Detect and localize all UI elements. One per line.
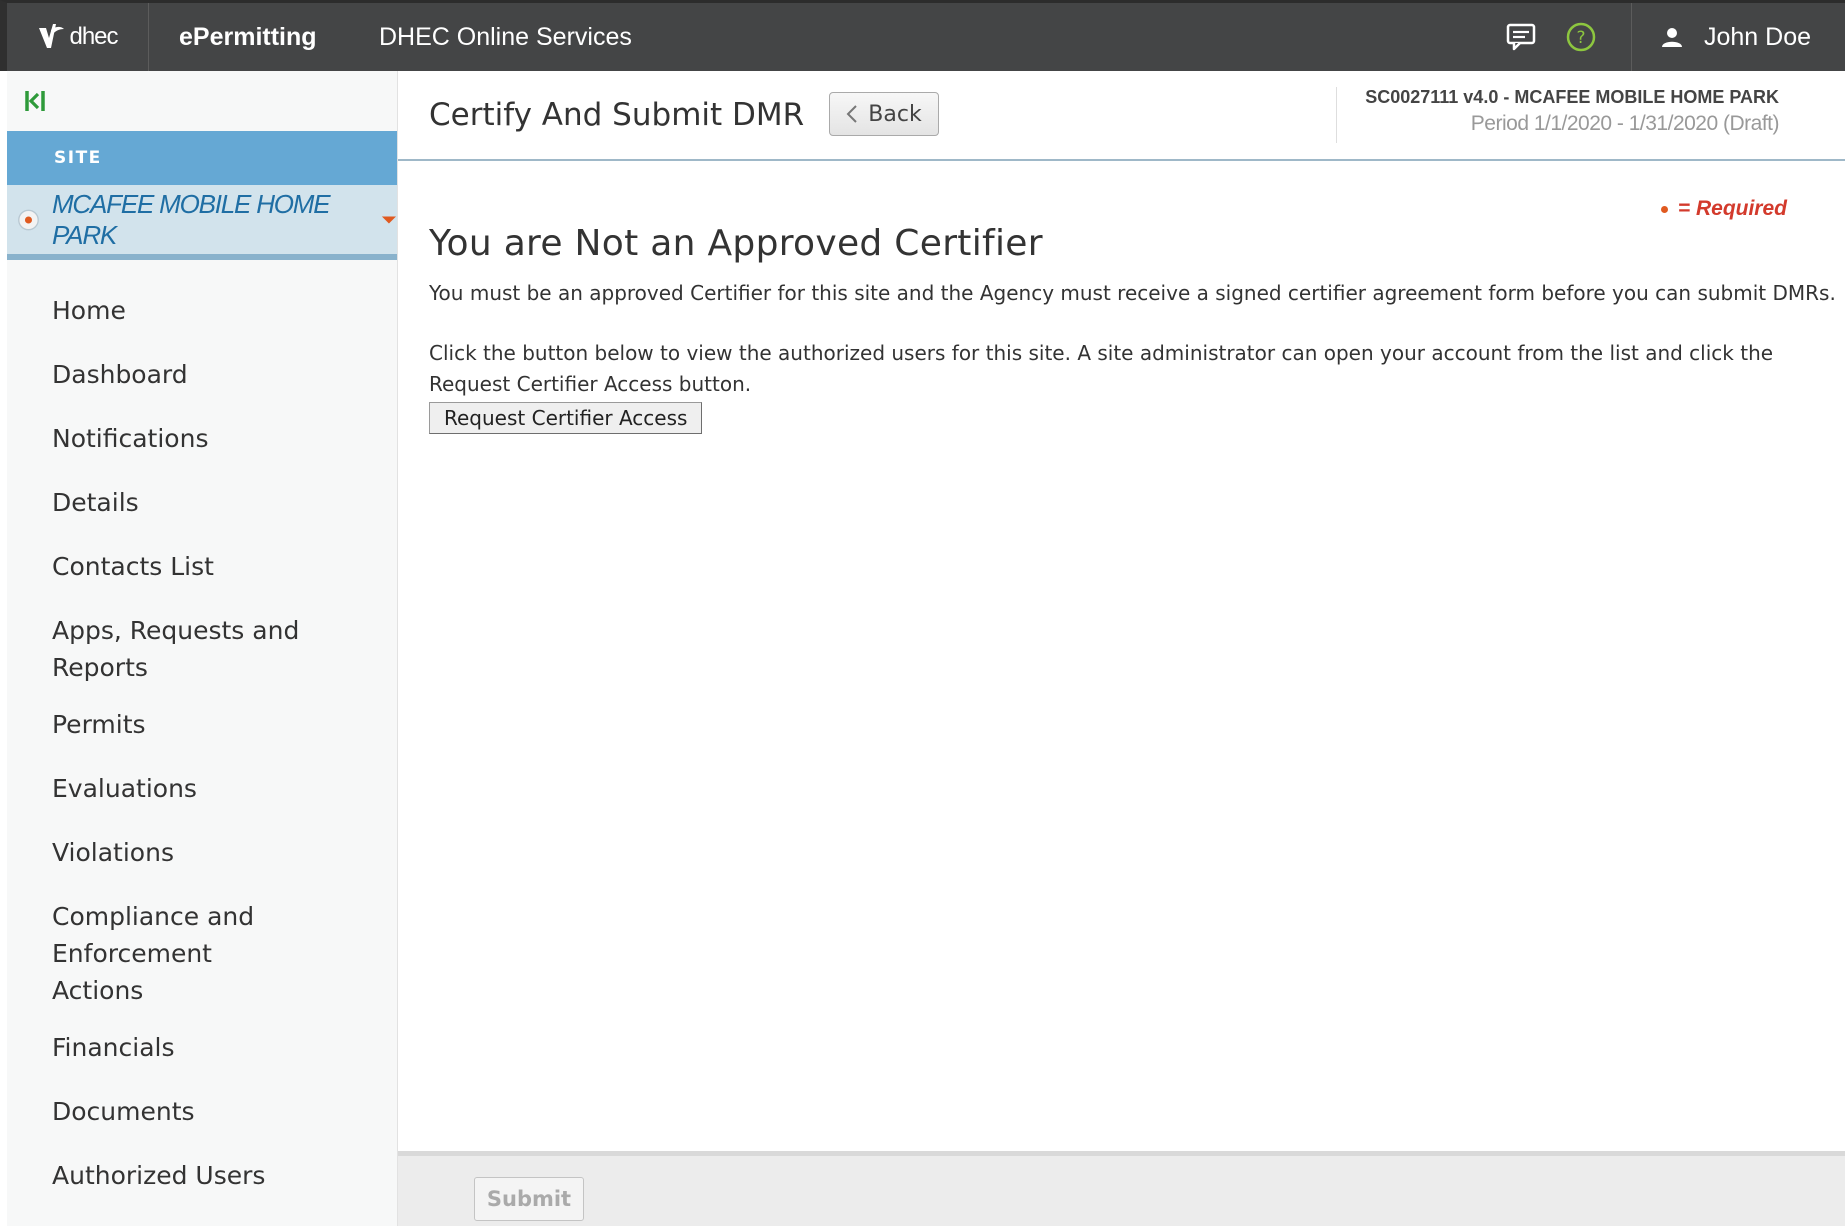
sidebar-item-evaluations[interactable]: Evaluations: [7, 760, 397, 824]
collapse-sidebar-icon[interactable]: [23, 88, 49, 114]
sidebar-item-dashboard[interactable]: Dashboard: [7, 346, 397, 410]
online-services-link[interactable]: DHEC Online Services: [349, 23, 632, 52]
user-menu[interactable]: John Doe: [1631, 3, 1845, 71]
back-button[interactable]: Back: [829, 92, 939, 136]
sidebar-item-apps-requests-reports[interactable]: Apps, Requests and Reports: [7, 602, 307, 696]
permit-id: SC0027111 v4.0 - MCAFEE MOBILE HOME PARK: [1365, 87, 1779, 107]
help-icon[interactable]: ?: [1551, 3, 1611, 71]
logo-text: dhec: [69, 23, 118, 50]
palmetto-logo-icon: [39, 24, 65, 48]
chevron-down-icon: [381, 215, 397, 224]
page-header: Certify And Submit DMR Back SC0027111 v4…: [398, 71, 1845, 161]
sidebar-item-compliance-enforcement[interactable]: Compliance and Enforcement Actions: [7, 888, 307, 1019]
top-navbar: dhec ePermitting DHEC Online Services ? …: [0, 0, 1845, 71]
site-section-header: SITE: [7, 131, 397, 185]
sidebar-item-violations[interactable]: Violations: [7, 824, 397, 888]
submit-button[interactable]: Submit: [474, 1177, 584, 1221]
sidebar-nav: Home Dashboard Notifications Details Con…: [7, 260, 397, 1211]
sidebar-item-financials[interactable]: Financials: [7, 1019, 397, 1083]
sidebar-item-authorized-users[interactable]: Authorized Users: [7, 1147, 397, 1211]
page-title: Certify And Submit DMR: [429, 97, 805, 133]
request-certifier-access-button[interactable]: Request Certifier Access: [429, 402, 703, 434]
permit-info: SC0027111 v4.0 - MCAFEE MOBILE HOME PARK…: [1336, 87, 1779, 143]
chat-icon[interactable]: [1491, 3, 1551, 71]
report-period: Period 1/1/2020 - 1/31/2020 (Draft): [1470, 112, 1780, 135]
not-certifier-heading: You are Not an Approved Certifier: [429, 223, 1043, 264]
sidebar-item-documents[interactable]: Documents: [7, 1083, 397, 1147]
sidebar: SITE MCAFEE MOBILE HOME PARK Home Dashbo…: [7, 71, 398, 1226]
required-dot-icon: [1660, 205, 1668, 213]
chevron-left-icon: [846, 105, 857, 123]
sidebar-item-notifications[interactable]: Notifications: [7, 410, 397, 474]
site-indicator-icon: [18, 209, 39, 230]
app-name-link[interactable]: ePermitting: [149, 23, 349, 52]
required-label: = Required: [1677, 197, 1787, 220]
sidebar-item-details[interactable]: Details: [7, 474, 397, 538]
certifier-message: = Required You are Not an Approved Certi…: [398, 161, 1845, 434]
required-legend: = Required: [1660, 197, 1787, 221]
certifier-requirement-text: You must be an approved Certifier for th…: [429, 281, 1836, 305]
sidebar-item-contacts-list[interactable]: Contacts List: [7, 538, 397, 602]
sidebar-item-home[interactable]: Home: [7, 282, 397, 346]
main-content: Certify And Submit DMR Back SC0027111 v4…: [398, 71, 1845, 1226]
user-icon: [1662, 28, 1682, 47]
sidebar-item-permits[interactable]: Permits: [7, 696, 397, 760]
site-selector[interactable]: MCAFEE MOBILE HOME PARK: [7, 185, 397, 260]
action-footer: Submit: [398, 1151, 1845, 1226]
dhec-logo[interactable]: dhec: [7, 3, 149, 71]
authorized-users-instructions: Click the button below to view the autho…: [429, 341, 1774, 396]
back-button-label: Back: [868, 101, 922, 127]
svg-text:?: ?: [1576, 28, 1585, 48]
user-name: John Doe: [1704, 22, 1812, 51]
site-name: MCAFEE MOBILE HOME PARK: [51, 188, 331, 250]
